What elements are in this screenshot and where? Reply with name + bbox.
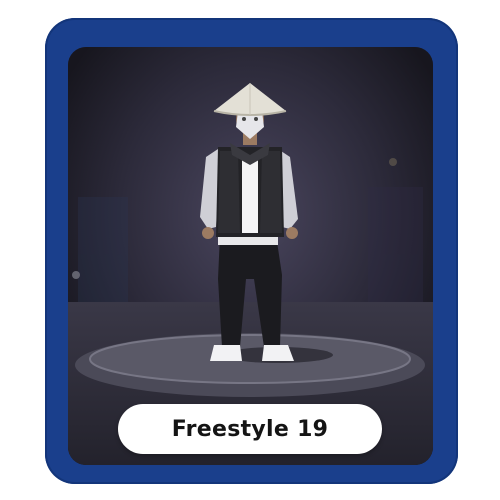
- item-name-pill: Freestyle 19: [118, 404, 382, 454]
- character-preview-scene: [68, 47, 433, 465]
- item-name: Freestyle 19: [171, 416, 329, 442]
- stage-platform: [75, 333, 425, 397]
- left-shoe: [210, 345, 242, 361]
